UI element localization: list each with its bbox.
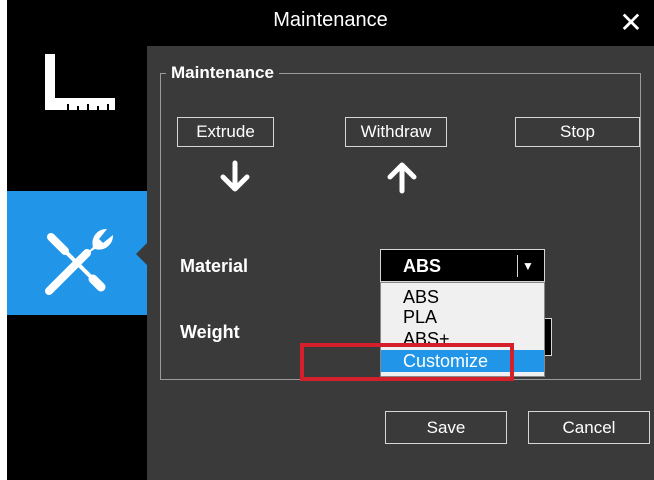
material-label: Material <box>180 256 249 276</box>
material-option-abs-plus[interactable]: ABS+ <box>381 326 544 349</box>
cancel-button[interactable]: Cancel <box>528 411 650 444</box>
sidebar <box>7 46 147 480</box>
arrow-up-icon <box>387 162 417 194</box>
chevron-down-icon[interactable]: ▼ <box>517 255 538 277</box>
material-option-abs[interactable]: ABS <box>381 286 544 308</box>
material-selected-value: ABS <box>403 256 442 276</box>
material-select[interactable]: ABS ▼ <box>380 249 545 282</box>
save-button[interactable]: Save <box>385 411 507 444</box>
maintenance-window: Maintenance ✕ Maintenance Extrude Withdr… <box>7 0 654 480</box>
title-bar: Maintenance ✕ <box>7 0 654 46</box>
weight-label: Weight <box>180 322 240 342</box>
withdraw-button[interactable]: Withdraw <box>345 117 447 147</box>
window-title: Maintenance <box>273 9 388 31</box>
section-legend: Maintenance <box>166 63 279 83</box>
sidebar-item-measure[interactable] <box>7 46 147 140</box>
ruler-icon <box>45 54 115 110</box>
extrude-button[interactable]: Extrude <box>177 117 274 147</box>
material-option-pla[interactable]: PLA <box>381 306 544 328</box>
sidebar-item-maintenance[interactable] <box>7 191 147 315</box>
close-icon[interactable]: ✕ <box>614 6 648 40</box>
stop-button[interactable]: Stop <box>515 117 640 147</box>
wrench-screwdriver-icon <box>45 228 114 295</box>
arrow-down-icon <box>220 160 250 192</box>
maintenance-panel: Maintenance Extrude Withdraw Stop Materi… <box>147 46 654 480</box>
highlight-box <box>300 343 514 381</box>
